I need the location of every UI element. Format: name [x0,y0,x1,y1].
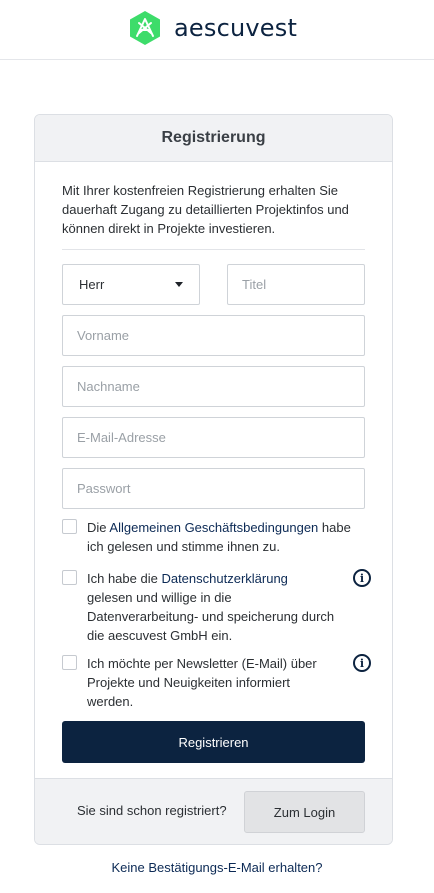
privacy-link[interactable]: Datenschutzerklärung [161,571,287,586]
already-registered-text: Sie sind schon registriert? [77,803,227,818]
email-input[interactable] [62,417,365,458]
registration-card: Registrierung Mit Ihrer kostenfreien Reg… [34,114,393,845]
salutation-select[interactable]: Herr [62,264,200,305]
chevron-down-icon [175,282,183,287]
card-footer: Sie sind schon registriert? Zum Login [35,778,392,844]
site-header: aescuvest [0,0,434,60]
password-input[interactable] [62,468,365,509]
newsletter-text: Ich möchte per Newsletter (E-Mail) über … [87,656,317,709]
privacy-checkbox[interactable] [62,570,77,585]
info-icon[interactable]: i [353,654,371,672]
salutation-value: Herr [79,277,105,292]
firstname-input[interactable] [62,315,365,356]
lastname-input[interactable] [62,366,365,407]
logo-icon [130,11,160,45]
brand-name: aescuvest [174,14,298,42]
agb-checkbox[interactable] [62,519,77,534]
login-button[interactable]: Zum Login [244,791,365,833]
info-icon[interactable]: i [353,569,371,587]
divider [62,249,365,250]
brand-logo[interactable]: aescuvest [128,10,297,46]
register-button[interactable]: Registrieren [62,721,365,763]
title-input[interactable] [227,264,365,305]
intro-text: Mit Ihrer kostenfreien Registrierung erh… [62,183,349,236]
newsletter-checkbox[interactable] [62,655,77,670]
card-title: Registrierung [35,115,392,162]
agb-link[interactable]: Allgemeinen Geschäftsbedingungen [109,520,318,535]
resend-confirmation-link[interactable]: Keine Bestätigungs-E-Mail erhalten? [0,860,434,875]
